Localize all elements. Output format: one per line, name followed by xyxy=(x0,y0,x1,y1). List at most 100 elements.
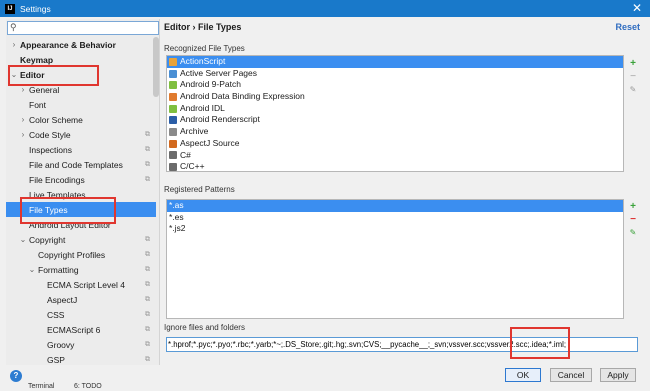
file-types-toolbar: + − ✎ xyxy=(626,57,640,96)
sidebar-item-label: ECMAScript 6 xyxy=(47,324,101,335)
file-type-icon xyxy=(169,116,177,125)
sidebar-item-font[interactable]: Font xyxy=(6,97,156,112)
chevron-right-icon[interactable]: › xyxy=(19,130,27,139)
sidebar-item-code-style[interactable]: › Code Style ⧉ xyxy=(6,127,156,142)
edit-file-type-pencil-icon[interactable]: ✎ xyxy=(626,83,640,96)
chevron-down-icon[interactable]: ⌄ xyxy=(28,265,36,274)
sidebar-item-copyright-profiles[interactable]: Copyright Profiles ⧉ xyxy=(6,247,156,262)
pattern-item[interactable]: *.es xyxy=(167,212,623,224)
sidebar-item-label: Code Style xyxy=(29,129,71,140)
sidebar-item-color-scheme[interactable]: › Color Scheme xyxy=(6,112,156,127)
project-scope-icon: ⧉ xyxy=(145,295,150,303)
file-type-icon xyxy=(169,81,177,90)
file-type-label: Android 9-Patch xyxy=(180,79,241,90)
sidebar-item-groovy[interactable]: Groovy ⧉ xyxy=(6,337,156,352)
sidebar-item-file-and-code-templates[interactable]: File and Code Templates ⧉ xyxy=(6,157,156,172)
behind-todo-tab: 6: TODO xyxy=(74,383,102,390)
close-icon[interactable]: ✕ xyxy=(630,1,644,15)
sidebar-item-label: Appearance & Behavior xyxy=(20,39,116,50)
file-type-icon xyxy=(169,139,177,148)
sidebar-item-inspections[interactable]: Inspections ⧉ xyxy=(6,142,156,157)
settings-search-input[interactable] xyxy=(20,22,156,34)
settings-search-box[interactable]: ⚲ xyxy=(7,21,159,35)
sidebar-item-label: GSP xyxy=(47,354,65,365)
sidebar-item-ecma-script-level-4[interactable]: ECMA Script Level 4 ⧉ xyxy=(6,277,156,292)
sidebar-item-aspectj[interactable]: AspectJ ⧉ xyxy=(6,292,156,307)
sidebar-item-label: Color Scheme xyxy=(29,114,83,125)
sidebar-item-appearance-behavior[interactable]: › Appearance & Behavior xyxy=(6,37,156,52)
sidebar-item-label: Keymap xyxy=(20,54,54,65)
chevron-right-icon[interactable]: › xyxy=(10,40,18,49)
search-icon: ⚲ xyxy=(10,22,17,32)
registered-patterns-list[interactable]: *.as *.es *.js2 xyxy=(166,199,624,319)
sidebar-item-label: Groovy xyxy=(47,339,75,350)
cancel-button[interactable]: Cancel xyxy=(550,368,592,382)
file-type-icon xyxy=(169,127,177,136)
file-type-item[interactable]: Android 9-Patch xyxy=(167,79,623,91)
file-type-icon xyxy=(169,69,177,78)
file-type-icon xyxy=(169,92,177,101)
sidebar-item-css[interactable]: CSS ⧉ xyxy=(6,307,156,322)
file-type-item[interactable]: Android Renderscript xyxy=(167,114,623,126)
project-scope-icon: ⧉ xyxy=(145,340,150,348)
file-type-label: C# xyxy=(180,149,191,160)
file-type-icon xyxy=(169,151,177,160)
sidebar-item-copyright[interactable]: ⌄ Copyright ⧉ xyxy=(6,232,156,247)
file-type-item[interactable]: AspectJ Source xyxy=(167,138,623,150)
pattern-item[interactable]: *.as xyxy=(167,200,623,212)
add-pattern-plus-icon[interactable]: + xyxy=(626,200,640,213)
recognized-file-types-label: Recognized File Types xyxy=(164,44,245,53)
file-type-item[interactable]: Android Data Binding Expression xyxy=(167,91,623,103)
file-type-label: Android Data Binding Expression xyxy=(180,91,305,102)
sidebar-item-label: Copyright xyxy=(29,234,66,245)
project-scope-icon: ⧉ xyxy=(145,355,150,363)
sidebar-scrollbar[interactable] xyxy=(153,37,159,97)
sidebar-item-formatting[interactable]: ⌄ Formatting ⧉ xyxy=(6,262,156,277)
chevron-down-icon[interactable]: ⌄ xyxy=(19,235,27,244)
sidebar-item-file-encodings[interactable]: File Encodings ⧉ xyxy=(6,172,156,187)
reset-link[interactable]: Reset xyxy=(615,22,640,32)
remove-pattern-minus-icon[interactable]: − xyxy=(626,213,640,226)
project-scope-icon: ⧉ xyxy=(145,325,150,333)
file-types-panel: Editor › File Types Reset Recognized Fil… xyxy=(164,19,644,365)
project-scope-icon: ⧉ xyxy=(145,310,150,318)
remove-file-type-minus-icon[interactable]: − xyxy=(626,70,640,83)
file-type-item[interactable]: Android IDL xyxy=(167,103,623,115)
sidebar-item-label: Inspections xyxy=(29,144,72,155)
project-scope-icon: ⧉ xyxy=(145,175,150,183)
recognized-file-types-list[interactable]: ActionScript Active Server Pages Android 9… xyxy=(166,55,624,172)
sidebar-item-label: Formatting xyxy=(38,264,79,275)
annotation-highlight-editor xyxy=(8,65,99,86)
file-type-icon xyxy=(169,104,177,113)
sidebar-item-gsp[interactable]: GSP ⧉ xyxy=(6,352,156,365)
window-title: Settings xyxy=(20,3,51,14)
project-scope-icon: ⧉ xyxy=(145,145,150,153)
file-type-label: Active Server Pages xyxy=(180,67,258,78)
project-scope-icon: ⧉ xyxy=(145,235,150,243)
annotation-highlight-ignore-suffix xyxy=(510,327,570,359)
add-file-type-plus-icon[interactable]: + xyxy=(626,57,640,70)
annotation-highlight-file-types xyxy=(20,197,116,224)
pattern-item[interactable]: *.js2 xyxy=(167,223,623,235)
sidebar-item-label: Font xyxy=(29,99,47,110)
file-type-item[interactable]: C/C++ xyxy=(167,161,623,171)
file-type-item[interactable]: ActionScript xyxy=(167,56,623,68)
sidebar-item-label: File and Code Templates xyxy=(29,159,123,170)
apply-button[interactable]: Apply xyxy=(600,368,636,382)
sidebar-item-label: File Encodings xyxy=(29,174,85,185)
help-icon[interactable]: ? xyxy=(10,370,22,382)
chevron-right-icon[interactable]: › xyxy=(19,115,27,124)
sidebar-item-ecmascript-6[interactable]: ECMAScript 6 ⧉ xyxy=(6,322,156,337)
intellij-app-icon: IJ xyxy=(5,3,15,14)
ok-button[interactable]: OK xyxy=(505,368,541,382)
behind-terminal-tab: Terminal xyxy=(28,383,55,390)
edit-pattern-pencil-icon[interactable]: ✎ xyxy=(626,226,640,239)
sidebar-item-label: ECMA Script Level 4 xyxy=(47,279,125,290)
chevron-right-icon[interactable]: › xyxy=(19,85,27,94)
file-type-item[interactable]: Archive xyxy=(167,126,623,138)
file-type-item[interactable]: Active Server Pages xyxy=(167,68,623,80)
file-type-item[interactable]: C# xyxy=(167,150,623,162)
sidebar-item-label: Copyright Profiles xyxy=(38,249,106,260)
patterns-toolbar: + − ✎ xyxy=(626,200,640,239)
file-type-label: Android IDL xyxy=(180,102,225,113)
